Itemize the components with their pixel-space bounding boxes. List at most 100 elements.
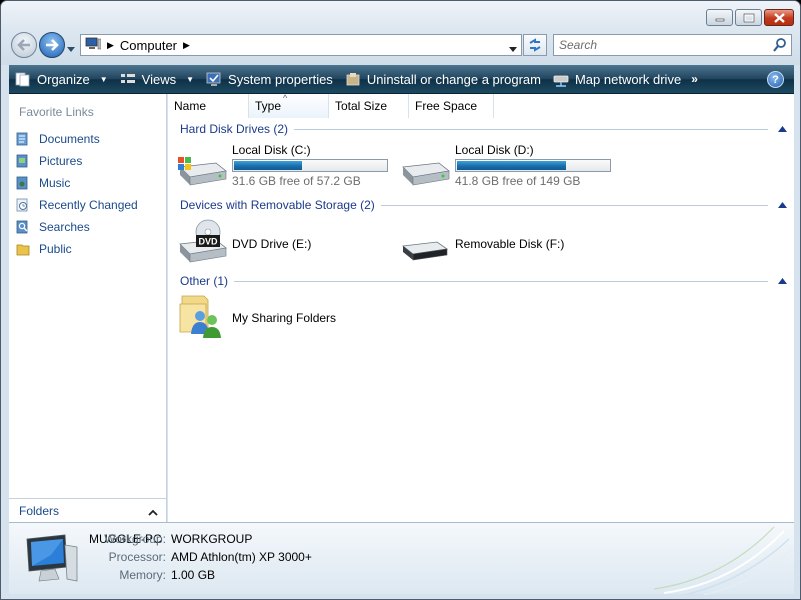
sharing-folders-icon — [179, 295, 221, 338]
drive-info: Local Disk (D:) 41.8 GB free of 149 GB — [455, 143, 611, 193]
recently-changed-icon — [15, 197, 31, 213]
group-header-removable-storage[interactable]: Devices with Removable Storage (2) — [180, 197, 788, 213]
column-header-label: Free Space — [415, 99, 478, 113]
chevron-down-icon — [509, 47, 517, 52]
favorite-link-pictures[interactable]: Pictures — [15, 150, 138, 172]
organize-icon — [15, 72, 31, 87]
chevron-up-icon[interactable] — [778, 202, 788, 208]
detail-label: Workgroup: — [104, 532, 166, 546]
detail-value: 1.00 GB — [171, 568, 216, 582]
search-icon[interactable] — [773, 38, 786, 55]
breadcrumb-separator[interactable]: ▶ — [107, 40, 114, 51]
address-dropdown[interactable] — [509, 41, 517, 55]
drive-item-e[interactable]: DVD DVD Drive (E:) — [176, 218, 311, 268]
detail-row-processor: Processor: AMD Athlon(tm) XP 3000+ — [103, 550, 312, 564]
column-header-label: Name — [174, 99, 207, 113]
breadcrumb-computer[interactable]: Computer — [120, 38, 177, 53]
drive-item-c[interactable]: Local Disk (C:) 31.6 GB free of 57.2 GB — [176, 143, 388, 193]
favorite-link-label: Music — [39, 176, 71, 190]
favorite-link-public[interactable]: Public — [15, 238, 138, 260]
views-label: Views — [141, 71, 177, 87]
uninstall-program-button[interactable]: Uninstall or change a program — [339, 65, 547, 94]
favorite-link-label: Recently Changed — [39, 198, 138, 212]
drive-usage-bar — [455, 159, 611, 172]
group-divider — [380, 204, 768, 206]
computer-icon — [85, 37, 102, 54]
column-header-free-space[interactable]: Free Space — [409, 94, 494, 118]
music-icon — [15, 175, 31, 191]
public-folder-icon — [15, 241, 31, 257]
chevron-down-icon: ▼ — [186, 74, 195, 84]
drive-info: DVD Drive (E:) — [232, 218, 311, 268]
refresh-button[interactable] — [523, 34, 547, 56]
sort-ascending-icon: ^ — [283, 93, 288, 103]
detail-row-memory: Memory: 1.00 GB — [103, 568, 215, 582]
column-header-name[interactable]: Name — [168, 94, 249, 118]
favorite-links-list: Documents Pictures Music Recently Change… — [15, 128, 138, 260]
favorite-link-label: Documents — [39, 132, 100, 146]
column-header-label: Total Size — [335, 99, 388, 113]
sharing-folders-item[interactable]: My Sharing Folders — [176, 292, 336, 342]
minimize-button[interactable] — [706, 9, 733, 26]
maximize-icon — [743, 13, 754, 22]
search-box[interactable] — [553, 34, 792, 56]
organize-button[interactable]: Organize ▼ — [9, 65, 114, 94]
drive-item-d[interactable]: Local Disk (D:) 41.8 GB free of 149 GB — [399, 143, 611, 193]
drive-name: Local Disk (C:) — [232, 143, 311, 157]
drive-name: Removable Disk (F:) — [455, 237, 565, 251]
chevron-up-icon — [148, 505, 158, 519]
system-properties-icon — [206, 72, 222, 87]
arrow-right-icon — [46, 39, 59, 51]
favorite-link-label: Public — [39, 242, 72, 256]
favorite-link-searches[interactable]: Searches — [15, 216, 138, 238]
chevron-down-icon: ▼ — [99, 74, 108, 84]
forward-button[interactable] — [39, 32, 65, 58]
column-header-type[interactable]: ^ Type — [249, 93, 329, 118]
detail-label: Memory: — [119, 568, 166, 582]
views-icon — [120, 72, 136, 86]
drive-item-f[interactable]: Removable Disk (F:) — [399, 218, 564, 268]
command-bar: Organize ▼ Views ▼ System properties Uni… — [9, 65, 794, 94]
maximize-button[interactable] — [735, 9, 762, 26]
hard-drive-icon — [402, 162, 450, 186]
favorite-link-label: Pictures — [39, 154, 83, 168]
removable-disk-icon — [402, 241, 449, 261]
group-divider — [234, 280, 768, 282]
favorite-link-recently-changed[interactable]: Recently Changed — [15, 194, 138, 216]
back-button[interactable] — [11, 32, 37, 58]
chevron-up-icon[interactable] — [778, 126, 788, 132]
group-header-other[interactable]: Other (1) — [180, 273, 788, 289]
folders-toggle[interactable]: Folders — [9, 498, 166, 522]
map-network-drive-button[interactable]: Map network drive — [547, 65, 687, 94]
dvd-drive-icon: DVD — [179, 219, 227, 263]
uninstall-program-label: Uninstall or change a program — [366, 71, 541, 87]
column-header-total-size[interactable]: Total Size — [329, 94, 409, 118]
more-commands-button[interactable]: » — [691, 72, 698, 86]
chevron-up-icon[interactable] — [778, 278, 788, 284]
chevron-down-icon — [67, 47, 75, 52]
detail-label: Processor: — [108, 550, 166, 564]
item-info: My Sharing Folders — [232, 292, 336, 342]
favorite-link-music[interactable]: Music — [15, 172, 138, 194]
system-properties-label: System properties — [228, 71, 333, 87]
close-button[interactable] — [764, 9, 794, 26]
search-input[interactable] — [559, 36, 769, 54]
detail-value: WORKGROUP — [171, 532, 253, 546]
group-header-hard-disk-drives[interactable]: Hard Disk Drives (2) — [180, 121, 788, 137]
help-button[interactable]: ? — [767, 71, 784, 88]
favorite-link-documents[interactable]: Documents — [15, 128, 138, 150]
address-bar[interactable]: ▶ Computer ▶ — [80, 34, 522, 56]
favorite-link-label: Searches — [39, 220, 90, 234]
explorer-window: ▶ Computer ▶ Organize ▼ Views ▼ — [0, 0, 801, 600]
column-headers: Name ^ Type Total Size Free Space — [168, 93, 494, 118]
group-title: Other (1) — [180, 274, 229, 288]
system-properties-button[interactable]: System properties — [200, 65, 339, 94]
item-name: My Sharing Folders — [232, 311, 337, 325]
drive-usage-fill — [234, 161, 302, 170]
drive-usage-fill — [457, 161, 566, 170]
map-network-drive-icon — [553, 72, 569, 87]
close-icon — [773, 12, 785, 23]
views-button[interactable]: Views ▼ — [114, 65, 200, 94]
breadcrumb-separator[interactable]: ▶ — [183, 40, 190, 51]
recent-pages-dropdown[interactable] — [67, 41, 75, 55]
